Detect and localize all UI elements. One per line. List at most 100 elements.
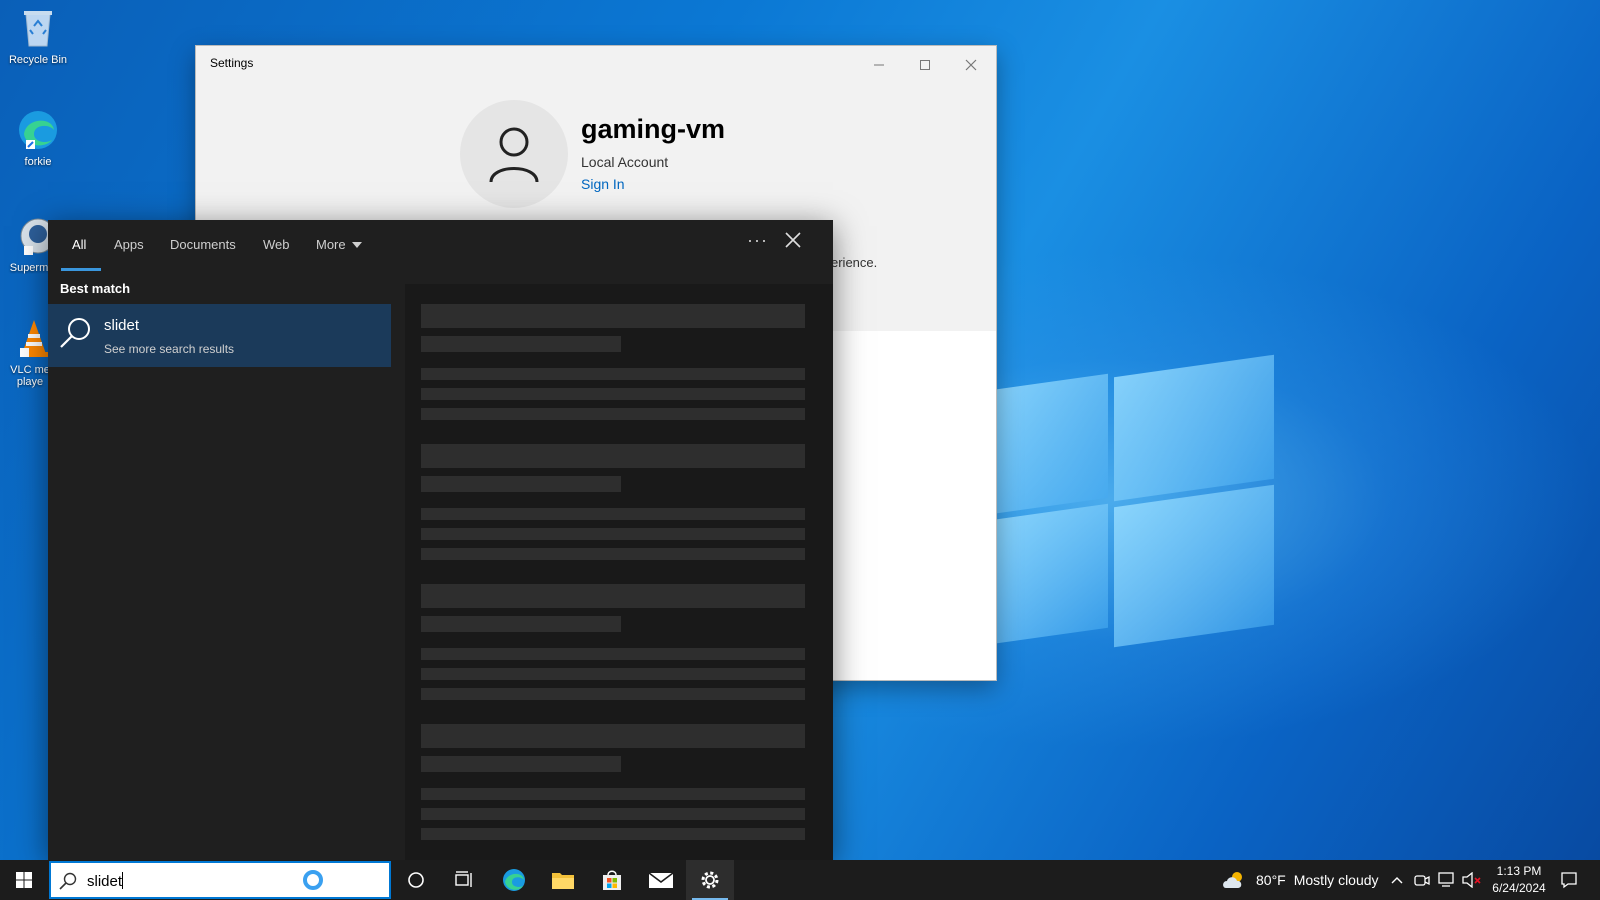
skeleton-block [421,724,805,748]
tab-all[interactable]: All [72,237,86,252]
preview-pane-loading [405,284,833,860]
clock-time: 1:13 PM [1496,864,1542,878]
skeleton-block [421,408,805,420]
desktop-icon-label: VLC me playe [10,364,50,388]
task-view-icon [455,871,472,887]
result-subtitle: See more search results [104,342,235,356]
taskbar-edge[interactable] [490,860,538,900]
close-icon [785,232,801,248]
edge-icon [16,108,60,152]
partial-description-text: erience. [831,255,878,270]
meet-now-button[interactable] [1414,860,1430,900]
volume-muted-icon [1462,872,1481,888]
skeleton-block [421,528,805,540]
desktop-icon-recycle-bin[interactable]: Recycle Bin [4,6,72,66]
skeleton-block [421,336,621,352]
cloud-sun-icon [1223,872,1242,888]
skeleton-block [421,668,805,680]
windows-start-icon [16,872,32,888]
skeleton-block [421,584,805,608]
weather-widget[interactable]: 80°F Mostly cloudy [1222,860,1379,900]
desktop-icon-label: forkie [24,156,52,168]
camera-icon [1414,875,1430,886]
tab-more-label: More [316,237,346,252]
mail-icon [648,872,674,888]
account-type: Local Account [581,154,669,170]
skeleton-block [421,616,621,632]
tab-documents[interactable]: Documents [170,237,236,252]
best-match-header: Best match [60,281,131,296]
volume-button[interactable] [1462,860,1482,900]
gear-icon [701,871,719,889]
close-button[interactable] [948,50,994,80]
desktop-icon-forkie[interactable]: forkie [4,108,72,168]
sign-in-link[interactable]: Sign In [581,176,625,192]
taskbar-settings[interactable] [686,860,734,900]
search-icon [59,872,77,890]
taskbar-microsoft-store[interactable] [588,860,636,900]
start-button[interactable] [0,860,48,900]
skeleton-block [421,388,805,400]
search-panel[interactable]: All Apps Documents Web More ··· Best mat… [48,220,833,860]
weather-condition: Mostly cloudy [1293,872,1379,888]
windows-logo-wallpaper [990,352,1286,652]
search-input[interactable]: slidet [87,872,124,890]
desktop-icon-vlc[interactable]: VLC me playe [4,316,54,388]
skeleton-block [421,548,805,560]
skeleton-block [421,648,805,660]
close-icon [965,59,977,71]
notification-icon [1561,872,1577,889]
task-view-button[interactable] [440,860,488,900]
taskbar-mail[interactable] [637,860,685,900]
search-close-button[interactable] [785,232,805,252]
store-icon [603,870,621,890]
taskbar-clock[interactable]: 1:13 PM 6/24/2024 [1483,863,1555,897]
maximize-icon [920,60,930,70]
more-options-button[interactable]: ··· [747,230,768,251]
skeleton-block [421,688,805,700]
active-tab-indicator [61,268,101,271]
minimize-button[interactable] [856,50,902,80]
cortana-button[interactable] [392,860,440,900]
desktop-icon-superm[interactable]: Superm [4,214,54,274]
chevron-down-icon [351,241,362,248]
tab-more[interactable]: More [316,237,362,252]
desktop-icon-label: Recycle Bin [8,54,68,66]
taskbar: slidet 80°F Mostly cloudy 1:13 PM 6/24/2… [0,860,1600,900]
skeleton-block [421,368,805,380]
recycle-bin-icon [16,6,60,50]
skeleton-block [421,756,621,772]
maximize-button[interactable] [902,50,948,80]
taskbar-file-explorer[interactable] [539,860,587,900]
cortana-ring-icon [303,870,323,890]
tab-apps[interactable]: Apps [114,237,144,252]
show-hidden-icons-button[interactable] [1391,860,1403,900]
skeleton-block [421,304,805,328]
text-caret [122,872,124,889]
weather-temp: 80°F [1256,872,1286,888]
skeleton-block [421,444,805,468]
search-query-text: slidet [87,873,123,890]
taskbar-search-box[interactable]: slidet [49,861,391,899]
skeleton-block [421,508,805,520]
network-button[interactable] [1438,860,1456,900]
edge-icon [503,869,525,891]
folder-icon [552,873,574,889]
skeleton-block [421,788,805,800]
window-title: Settings [210,56,254,70]
circle-icon [408,872,424,888]
user-icon [489,127,539,183]
action-center-button[interactable] [1560,860,1578,900]
minimize-icon [874,64,884,66]
search-tabs: All Apps Documents Web More ··· [48,220,833,272]
skeleton-block [421,828,805,840]
desktop-icon-label: Superm [9,262,49,274]
skeleton-block [421,808,805,820]
avatar [460,100,568,208]
account-name: gaming-vm [581,114,726,144]
search-icon [58,315,94,351]
best-match-result[interactable]: slidet See more search results [48,304,391,367]
tab-web[interactable]: Web [263,237,290,252]
chevron-up-icon [1391,877,1403,884]
result-title: slidet [104,317,140,334]
